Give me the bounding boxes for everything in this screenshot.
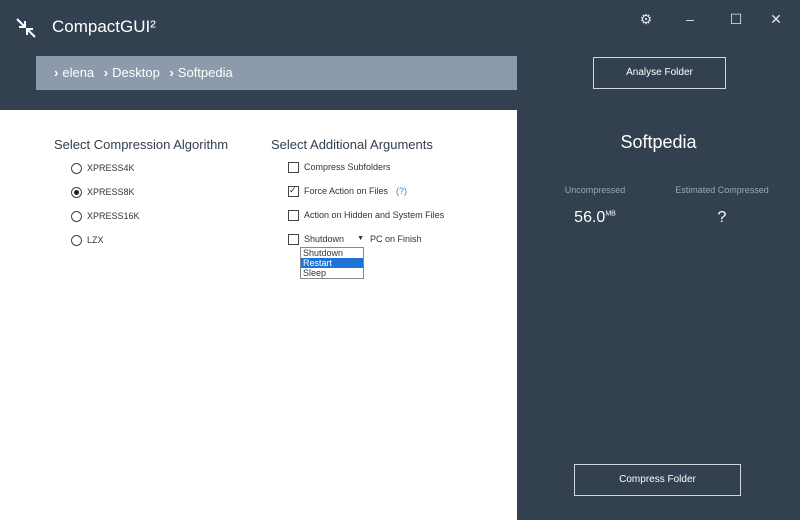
gear-icon[interactable]: ⚙ [635, 8, 657, 30]
finish-action-dropdown: Shutdown Restart Sleep [300, 247, 364, 279]
radio-button[interactable] [71, 235, 82, 246]
chevron-right-icon: › [103, 65, 109, 80]
chevron-right-icon: › [54, 65, 59, 80]
finish-action-checkbox[interactable] [288, 234, 299, 245]
chevron-down-icon: ▼ [357, 235, 364, 242]
checkbox[interactable] [288, 182, 299, 198]
minimize-icon[interactable]: – [679, 8, 701, 30]
force-action-label: Force Action on Files [304, 186, 389, 196]
analyse-folder-button[interactable]: Analyse Folder [593, 57, 726, 89]
finish-action-select[interactable]: Shutdown ▼ [304, 231, 366, 247]
title-bar: CompactGUI² ⚙ – ☐ ✕ › elena › Desktop › Sof… [0, 0, 800, 110]
uncompressed-label: Uncompressed [564, 185, 626, 195]
radio-button[interactable] [71, 211, 82, 222]
summary-pane: Softpedia Uncompressed Estimated Compres… [517, 110, 800, 520]
breadcrumb-item[interactable]: › Desktop [104, 65, 160, 80]
finish-action-row: Shutdown ▼ PC on Finish [288, 231, 448, 247]
breadcrumb-item[interactable]: › Softpedia [169, 65, 232, 80]
arguments-heading: Select Additional Arguments [271, 137, 433, 152]
chevron-right-icon: › [169, 65, 174, 80]
app-window: CompactGUI² ⚙ – ☐ ✕ › elena › Desktop › Sof… [0, 0, 800, 520]
dropdown-option[interactable]: Sleep [301, 268, 363, 278]
compact-arrows-icon [16, 18, 36, 38]
breadcrumb[interactable]: › elena › Desktop › Softpedia [36, 56, 517, 90]
radio-button[interactable] [71, 163, 82, 174]
estimated-label: Estimated Compressed [675, 185, 769, 195]
radio-button[interactable] [71, 187, 82, 198]
breadcrumb-item[interactable]: › elena [54, 65, 94, 80]
maximize-icon[interactable]: ☐ [725, 8, 747, 30]
close-icon[interactable]: ✕ [765, 8, 787, 30]
dropdown-option[interactable]: Shutdown [301, 248, 363, 258]
help-link[interactable]: (?) [396, 186, 407, 196]
compress-folder-button[interactable]: Compress Folder [574, 464, 741, 496]
checkbox[interactable] [288, 210, 299, 221]
checkbox[interactable] [288, 162, 299, 173]
finish-action-suffix: PC on Finish [370, 234, 422, 244]
uncompressed-value: 56.0MB [574, 209, 616, 226]
options-pane: Select Compression Algorithm XPRESS4K XP… [0, 110, 517, 520]
dropdown-option[interactable]: Restart [301, 258, 363, 268]
estimated-value: ? [717, 209, 727, 226]
app-title: CompactGUI² [52, 17, 156, 36]
folder-name: Softpedia [620, 132, 697, 152]
compression-heading: Select Compression Algorithm [54, 137, 229, 152]
